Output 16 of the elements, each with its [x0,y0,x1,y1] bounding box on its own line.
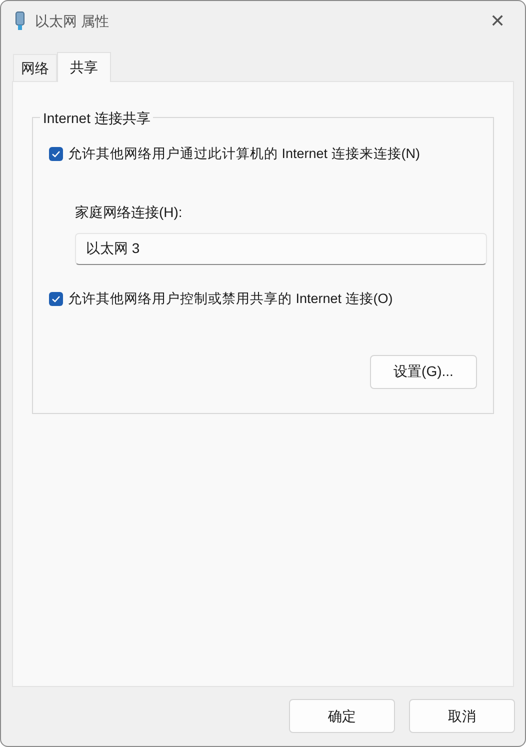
input-field[interactable]: 以太网 3 [75,233,487,266]
settings-button[interactable]: 设置(G)... [370,354,477,388]
field-label: 家庭网络连接(H): [75,203,184,222]
close-button[interactable]: ✕ [484,8,511,34]
checkmark-icon [51,149,61,160]
dialog-button[interactable]: 确定 [289,699,395,733]
checkbox[interactable] [49,147,63,162]
window-title: 以太网 属性 [35,12,109,30]
checkbox-label: 允许其他网络用户控制或禁用共享的 Internet 连接(O) [68,290,393,308]
checkbox[interactable] [49,292,63,306]
tab[interactable]: 共享 [57,52,111,82]
tab[interactable]: 网络 [13,54,57,81]
network-adapter-icon [15,11,25,31]
checkbox-label: 允许其他网络用户通过此计算机的 Internet 连接来连接(N) [68,145,420,163]
checkmark-icon [51,294,61,304]
dialog-button[interactable]: 取消 [409,699,515,733]
